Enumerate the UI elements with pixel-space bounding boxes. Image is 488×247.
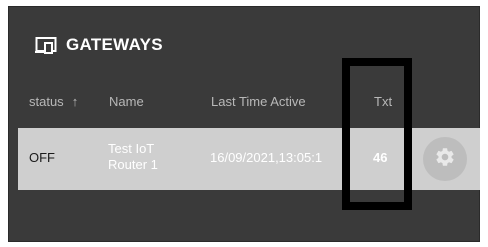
row-last-time-active: 16/09/2021,13:05:1 bbox=[210, 150, 323, 165]
column-header-name[interactable]: Name bbox=[109, 93, 144, 111]
devices-icon bbox=[35, 36, 59, 54]
column-header-status-label: status bbox=[29, 94, 64, 109]
panel-title-text: GATEWAYS bbox=[66, 35, 163, 54]
arrow-up-icon[interactable]: ↑ bbox=[72, 94, 79, 109]
row-name: Test IoT Router 1 bbox=[108, 141, 158, 172]
panel-title: GATEWAYS bbox=[35, 33, 163, 57]
column-header-status[interactable]: status ↑ bbox=[29, 93, 78, 111]
row-status: OFF bbox=[29, 150, 55, 165]
txt-column-highlight-box bbox=[342, 58, 412, 210]
column-header-last-time-active[interactable]: Last Time Active bbox=[211, 93, 306, 111]
settings-button[interactable] bbox=[423, 137, 467, 181]
gear-icon bbox=[434, 146, 456, 173]
